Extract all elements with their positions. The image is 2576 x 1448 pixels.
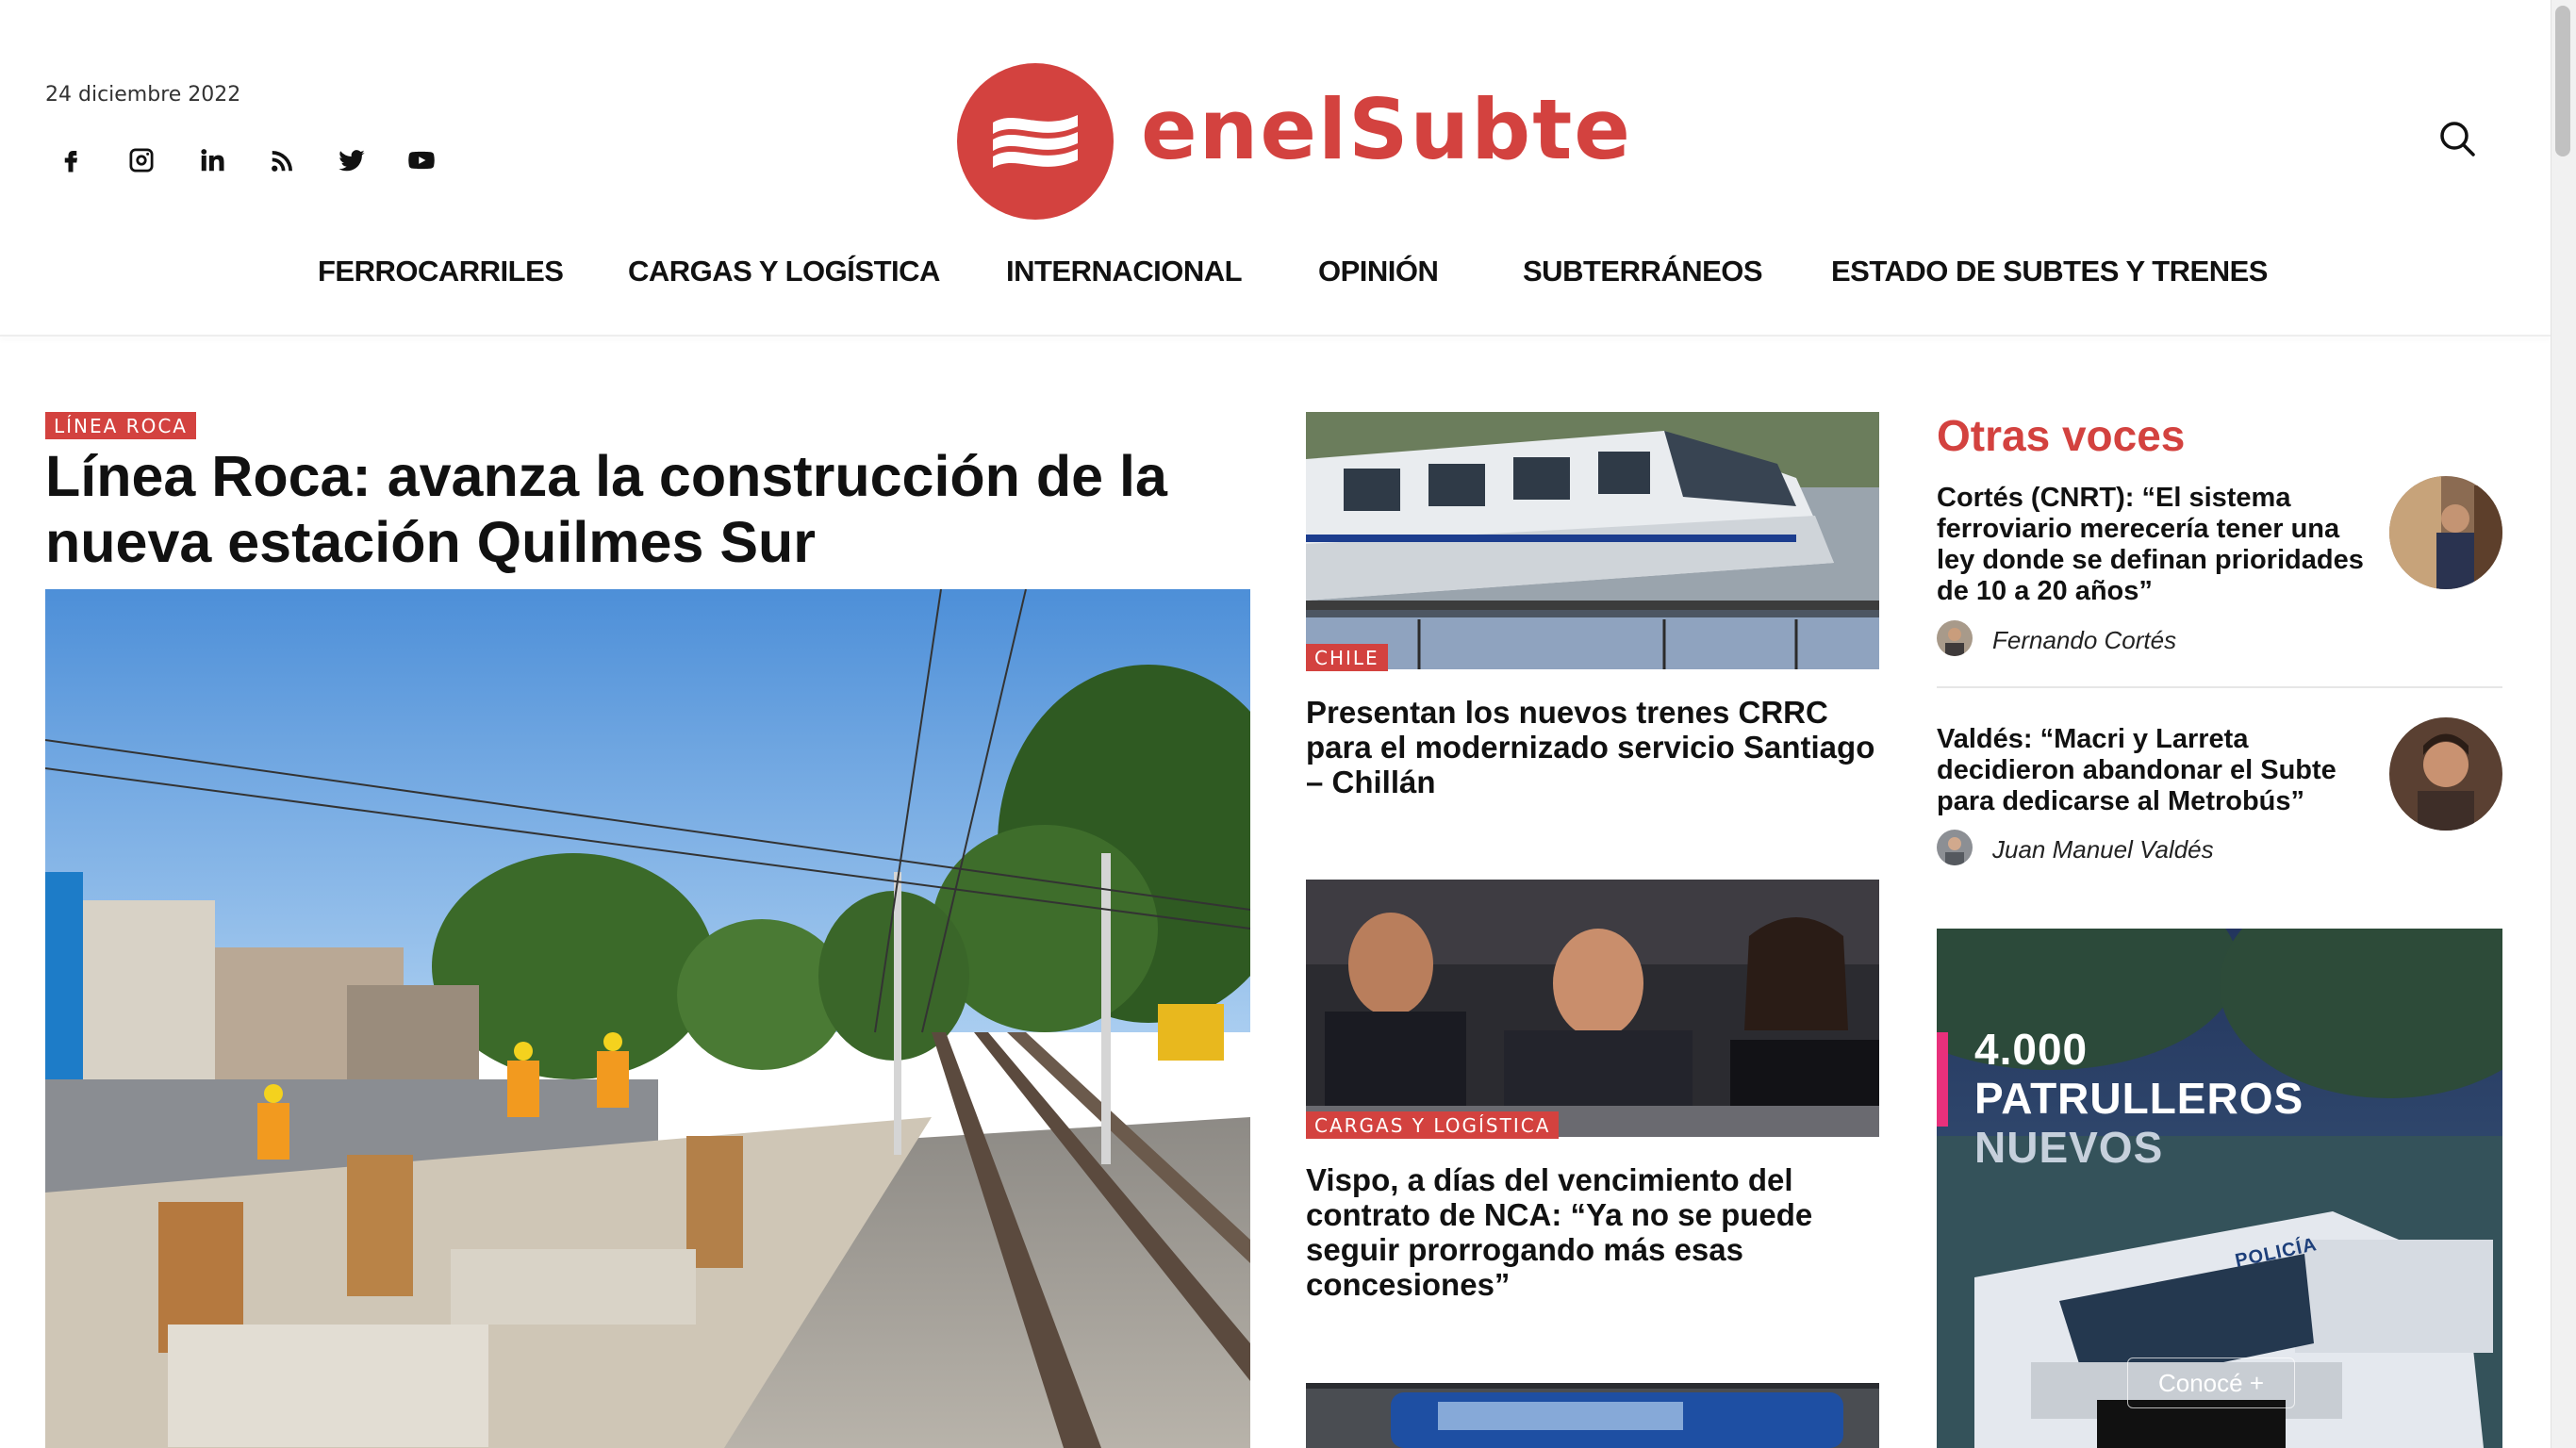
author-name[interactable]: Fernando Cortés: [1992, 626, 2176, 655]
category-badge[interactable]: CHILE: [1306, 644, 1388, 671]
article-image-meeting[interactable]: [1306, 880, 1879, 1137]
instagram-icon[interactable]: [123, 141, 160, 179]
main-article-title[interactable]: Línea Roca: avanza la construcción de la…: [45, 443, 1262, 575]
nav-item-estado-de-subtes-y-trenes[interactable]: ESTADO DE SUBTES Y TRENES: [1831, 255, 2268, 288]
logo-icon[interactable]: [957, 63, 1114, 220]
site-logo-text[interactable]: enelSubte: [1141, 81, 1632, 178]
opinion-avatar[interactable]: [2389, 717, 2502, 831]
nav-item-subterraneos[interactable]: SUBTERRÁNEOS: [1523, 255, 1763, 288]
article-title[interactable]: Vispo, a días del vencimiento del contra…: [1306, 1162, 1881, 1302]
ad-headline-line3: NUEVOS: [1974, 1123, 2164, 1172]
facebook-icon[interactable]: [52, 141, 90, 179]
scrollbar-thumb[interactable]: [2555, 6, 2570, 156]
opinion-title[interactable]: Cortés (CNRT): “El sistema ferroviario m…: [1937, 483, 2370, 607]
page-scrollbar[interactable]: [2551, 0, 2576, 1448]
author-avatar: [1937, 830, 1973, 865]
author-avatar: [1937, 620, 1973, 656]
category-badge[interactable]: LÍNEA ROCA: [45, 412, 196, 439]
ad-headline-number: 4.000: [1974, 1025, 2089, 1074]
main-article-image[interactable]: [45, 589, 1250, 1448]
ad-cta-button[interactable]: Conocé +: [2127, 1358, 2295, 1408]
article-title[interactable]: Presentan los nuevos trenes CRRC para el…: [1306, 695, 1881, 799]
opinion-title[interactable]: Valdés: “Macri y Larreta decidieron aban…: [1937, 724, 2370, 817]
youtube-icon[interactable]: [403, 141, 440, 179]
opinion-avatar[interactable]: [2389, 476, 2502, 589]
search-icon[interactable]: [2437, 119, 2477, 158]
nav-item-opinion[interactable]: OPINIÓN: [1318, 255, 1439, 288]
nav-item-cargas-y-logistica[interactable]: CARGAS Y LOGÍSTICA: [628, 255, 940, 288]
main-nav: FERROCARRILES CARGAS Y LOGÍSTICA INTERNA…: [0, 255, 2551, 311]
nav-item-ferrocarriles[interactable]: FERROCARRILES: [318, 255, 564, 288]
ad-headline-line2: PATRULLEROS: [1974, 1074, 2304, 1123]
header-date: 24 diciembre 2022: [45, 83, 241, 107]
twitter-icon[interactable]: [333, 141, 371, 179]
author-name[interactable]: Juan Manuel Valdés: [1992, 835, 2214, 864]
linkedin-icon[interactable]: [193, 141, 231, 179]
divider: [1937, 686, 2502, 688]
header-divider: [0, 335, 2551, 337]
otras-voces-heading: Otras voces: [1937, 411, 2186, 460]
rss-icon[interactable]: [264, 141, 302, 179]
category-badge[interactable]: CARGAS Y LOGÍSTICA: [1306, 1111, 1560, 1139]
nav-item-internacional[interactable]: INTERNACIONAL: [1006, 255, 1243, 288]
article-image-bus[interactable]: [1306, 1383, 1879, 1448]
article-image-train[interactable]: [1306, 412, 1879, 669]
